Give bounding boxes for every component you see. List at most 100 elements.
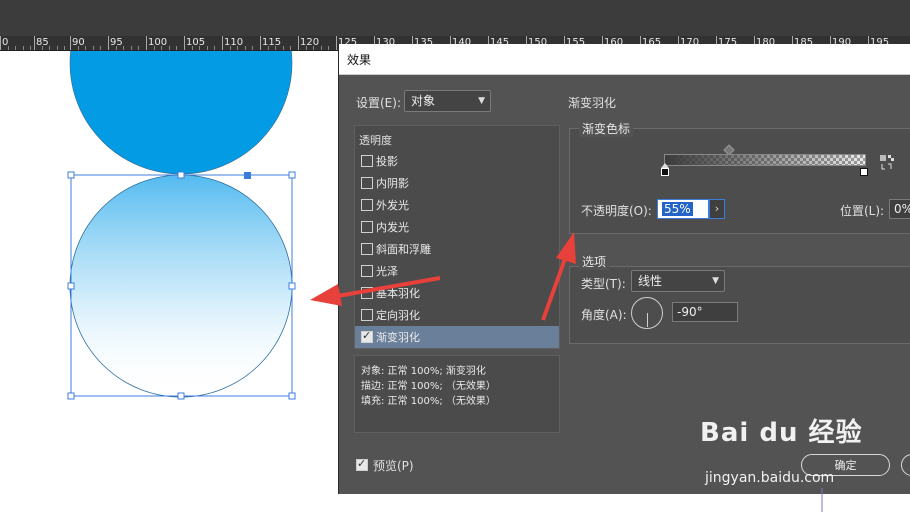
ruler-tick (336, 36, 337, 50)
ruler-minor-tick (328, 46, 330, 50)
ruler-minor-tick (49, 46, 51, 50)
ruler-minor-tick (138, 46, 140, 50)
ruler-minor-tick (191, 46, 193, 50)
effect-checkbox[interactable] (361, 287, 373, 299)
opacity-field[interactable]: 55% (657, 199, 709, 219)
ruler-tick (146, 36, 147, 50)
ruler-minor-tick (115, 46, 117, 50)
ruler-minor-tick (229, 46, 231, 50)
effect-checkbox[interactable] (361, 309, 373, 321)
dialog-titlebar[interactable]: 效果 (339, 44, 910, 75)
type-select[interactable]: 线性 ▼ (631, 270, 725, 292)
baidu-watermark-logo: Bai du 经验 (700, 412, 863, 449)
artwork (67, 0, 296, 400)
effect-checkbox[interactable] (361, 199, 373, 211)
angle-dial[interactable] (631, 297, 663, 329)
ruler-minor-tick (275, 46, 277, 50)
ruler-label: 105 (186, 37, 206, 48)
type-select-value: 线性 (638, 274, 663, 288)
gradient-stop-right[interactable] (860, 168, 868, 176)
watermark-brand: Bai du 经验 (700, 418, 863, 448)
ruler-minor-tick (282, 46, 284, 50)
ruler-tick (70, 36, 71, 50)
ruler-minor-tick (252, 46, 254, 50)
effect-label: 斜面和浮雕 (376, 243, 431, 256)
gradient-stop-left[interactable] (661, 168, 669, 176)
settings-select[interactable]: 对象 ▼ (404, 90, 491, 112)
summary-line: 填充: 正常 100%; （无效果） (361, 396, 496, 407)
effect-checkbox[interactable] (361, 329, 373, 343)
document-canvas[interactable] (0, 0, 340, 512)
effect-item[interactable]: 渐变羽化 (355, 326, 559, 348)
section-title: 渐变羽化 (568, 96, 617, 110)
ruler-minor-tick (7, 46, 9, 50)
ruler-minor-tick (123, 46, 125, 50)
opacity-value: 55% (662, 202, 693, 216)
preview-label: 预览(P) (373, 459, 414, 473)
position-value: 0% (894, 202, 910, 216)
ruler-minor-tick (168, 46, 170, 50)
ruler-minor-tick (161, 46, 163, 50)
angle-field[interactable]: -90° (672, 302, 738, 322)
effect-item[interactable]: 定向羽化 (355, 304, 559, 326)
chevron-down-icon: ▼ (478, 96, 485, 106)
ruler-minor-tick (100, 46, 102, 50)
effect-item[interactable]: 基本羽化 (355, 282, 559, 304)
ruler-tick (108, 36, 109, 50)
position-field[interactable]: 0% (889, 199, 910, 219)
effects-summary: 对象: 正常 100%; 渐变羽化 描边: 正常 100%; （无效果） 填充:… (354, 355, 560, 433)
effect-item[interactable]: 光泽 (355, 260, 559, 282)
effect-label: 外发光 (376, 199, 409, 212)
ruler-tick (298, 36, 299, 50)
reverse-gradient-icon[interactable] (879, 154, 897, 172)
effect-checkbox[interactable] (361, 155, 373, 167)
effects-header: 透明度 (359, 134, 392, 147)
effect-label: 内阴影 (376, 177, 409, 190)
ruler-minor-tick (153, 46, 155, 50)
opacity-label: 不透明度(O): (581, 204, 652, 218)
settings-label: 设置(E): (356, 96, 401, 110)
content-grabber-handle (244, 172, 251, 179)
effect-checkbox[interactable] (361, 177, 373, 189)
dialog-title: 效果 (347, 53, 372, 67)
ruler-minor-tick (92, 46, 94, 50)
ruler-minor-tick (64, 46, 66, 50)
ruler-label: 115 (262, 37, 282, 48)
cancel-button[interactable] (901, 454, 910, 476)
ruler-minor-tick (305, 46, 307, 50)
feathered-circle (69, 174, 293, 398)
ruler-minor-tick (290, 46, 292, 50)
ruler-tick (184, 36, 185, 50)
ruler-tick (34, 36, 35, 50)
ruler-minor-tick (30, 46, 32, 50)
effect-label: 内发光 (376, 221, 409, 234)
gradient-ramp[interactable] (664, 154, 866, 166)
gradient-stops-title: 渐变色标 (579, 120, 634, 137)
ok-button-label: 确定 (834, 459, 857, 472)
position-label: 位置(L): (840, 204, 885, 218)
ruler-minor-tick (244, 46, 246, 50)
summary-line: 描边: 正常 100%; （无效果） (361, 381, 496, 392)
ruler-minor-tick (267, 46, 269, 50)
preview-checkbox[interactable] (356, 457, 368, 471)
ruler-tick (0, 36, 1, 50)
ruler-label: 100 (148, 37, 168, 48)
effect-checkbox[interactable] (361, 243, 373, 255)
ruler-minor-tick (199, 46, 201, 50)
options-title: 选项 (579, 253, 610, 270)
effect-item[interactable]: 内阴影 (355, 172, 559, 194)
ruler-minor-tick (214, 46, 216, 50)
ruler-minor-tick (85, 46, 87, 50)
effect-item[interactable]: 斜面和浮雕 (355, 238, 559, 260)
effect-checkbox[interactable] (361, 221, 373, 233)
effect-item[interactable]: 外发光 (355, 194, 559, 216)
ruler-minor-tick (22, 46, 24, 50)
chevron-right-icon[interactable]: › (709, 199, 725, 219)
top-circle (69, 0, 293, 175)
app-toolbar (0, 0, 910, 36)
effect-label: 投影 (376, 155, 398, 168)
effect-item[interactable]: 投影 (355, 150, 559, 172)
effect-checkbox[interactable] (361, 265, 373, 277)
settings-select-value: 对象 (411, 94, 436, 108)
effect-item[interactable]: 内发光 (355, 216, 559, 238)
